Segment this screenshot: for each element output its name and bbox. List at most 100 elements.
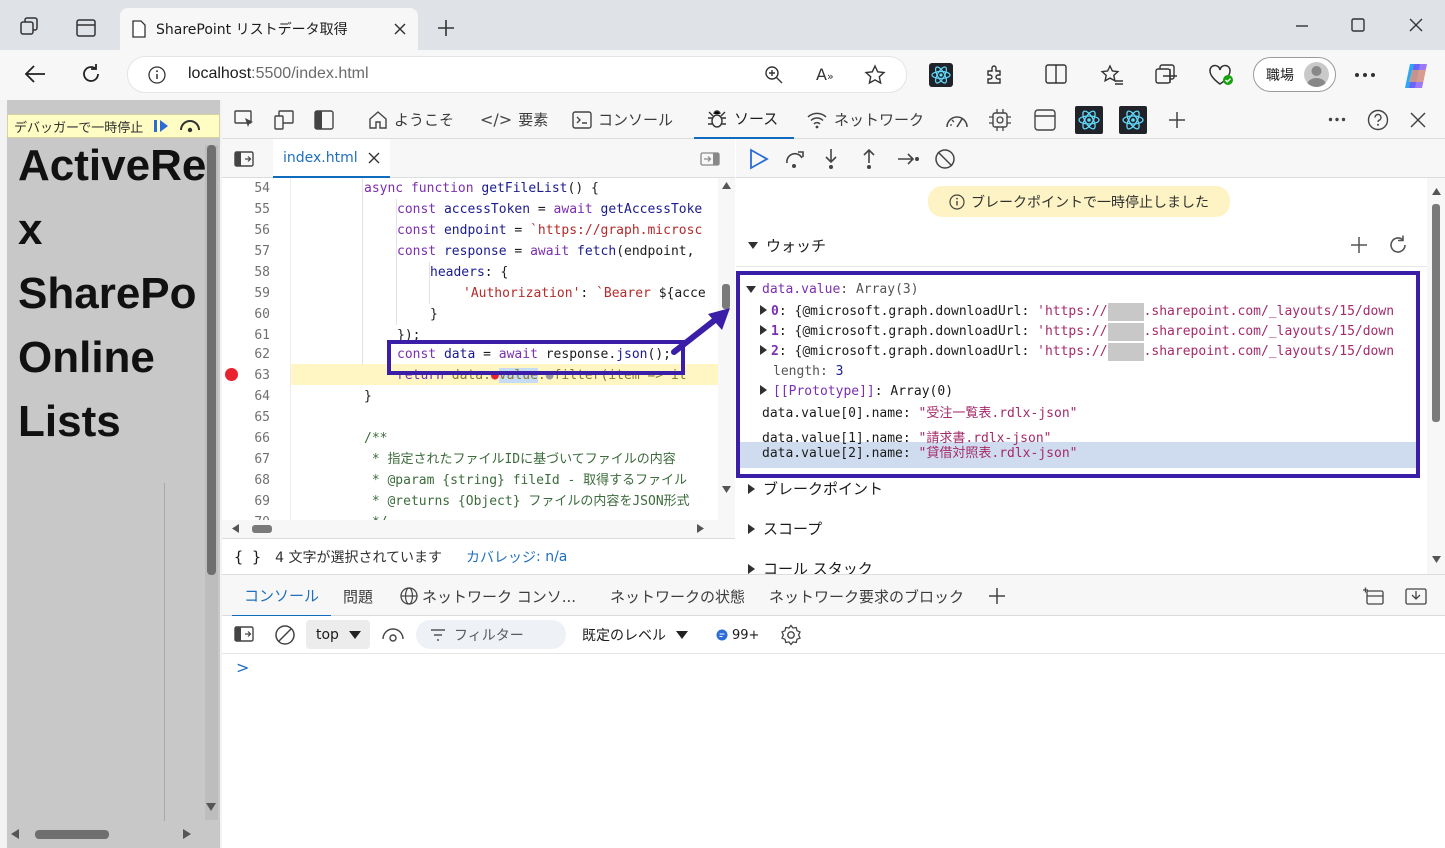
add-tool-icon[interactable] [1167, 110, 1187, 130]
drawer-tab-network-conditions[interactable]: ネットワークの状態 [610, 575, 745, 617]
sidebar-toggle-icon[interactable] [314, 110, 334, 130]
add-watch-icon[interactable] [1349, 235, 1369, 255]
line-code: async function getFileList() { [364, 181, 599, 196]
tab-network[interactable]: ネットワーク [806, 100, 924, 139]
memory-icon[interactable] [988, 108, 1012, 132]
step-over-icon[interactable] [179, 119, 201, 133]
scroll-down-arrow-icon[interactable] [206, 803, 216, 811]
info-icon[interactable] [148, 66, 166, 84]
tab-welcome[interactable]: ようこそ [368, 100, 454, 139]
more-options-icon[interactable] [1354, 72, 1376, 78]
file-tab-index-html[interactable]: index.html [273, 139, 390, 178]
live-expression-eye-icon[interactable] [382, 627, 404, 643]
favorite-star-icon[interactable] [864, 64, 886, 86]
collections-icon[interactable] [1155, 64, 1179, 86]
scope-section-header[interactable]: スコープ [748, 518, 822, 539]
refresh-watch-icon[interactable] [1387, 234, 1409, 256]
scroll-down-arrow-icon[interactable] [722, 486, 731, 493]
step-over-icon[interactable] [784, 148, 806, 170]
resume-icon[interactable] [748, 148, 770, 170]
zoom-icon[interactable] [764, 65, 784, 85]
scroll-up-arrow-icon[interactable] [722, 182, 731, 189]
close-devtools-icon[interactable] [1410, 112, 1426, 128]
browser-tab[interactable]: SharePoint リストデータ取得 [120, 8, 418, 50]
scroll-thumb[interactable] [252, 525, 272, 533]
application-icon[interactable] [1034, 109, 1056, 131]
add-drawer-tab-icon[interactable] [987, 586, 1007, 606]
drawer-tab-issues[interactable]: 問題 [343, 575, 373, 617]
scroll-right-arrow-icon[interactable] [183, 829, 191, 839]
favorites-icon[interactable] [1100, 64, 1124, 86]
scroll-thumb[interactable] [1432, 204, 1440, 422]
paused-on-breakpoint-banner: ブレークポイントで一時停止しました [928, 186, 1230, 217]
scroll-left-arrow-icon[interactable] [11, 829, 19, 839]
performance-icon[interactable] [944, 109, 970, 131]
tab-sources[interactable]: ソース [694, 100, 794, 139]
drawer-tab-console[interactable]: コンソール [232, 575, 332, 617]
new-tab-icon[interactable] [436, 18, 456, 38]
console-sidebar-icon[interactable] [234, 626, 254, 642]
issues-counter[interactable]: 99+ [716, 616, 759, 654]
issues-count: 99+ [732, 627, 760, 643]
scroll-left-arrow-icon[interactable] [232, 524, 239, 533]
maximize-icon[interactable] [1350, 17, 1366, 33]
console-filter-input[interactable]: フィルター [416, 620, 566, 649]
scroll-down-arrow-icon[interactable] [1432, 556, 1441, 563]
debugger-toggle-icon[interactable] [700, 152, 720, 166]
step-into-icon[interactable] [822, 148, 840, 170]
deactivate-breakpoints-icon[interactable] [934, 148, 956, 170]
close-tab-icon[interactable] [394, 23, 406, 35]
minimize-icon[interactable] [1294, 18, 1310, 34]
log-level-selector[interactable]: 既定のレベル [582, 616, 688, 654]
step-out-icon[interactable] [860, 148, 878, 170]
close-file-icon[interactable] [368, 152, 380, 164]
back-icon[interactable] [24, 64, 46, 84]
refresh-icon[interactable] [80, 63, 102, 85]
console-prompt[interactable]: > [236, 658, 249, 677]
tab-console[interactable]: コンソール [572, 100, 673, 139]
help-icon[interactable] [1367, 109, 1389, 131]
coverage-link[interactable]: カバレッジ [466, 547, 536, 567]
workspaces-icon[interactable] [20, 17, 42, 37]
scroll-up-arrow-icon[interactable] [1432, 188, 1441, 195]
clear-console-icon[interactable] [274, 624, 296, 646]
vertical-tabs-icon[interactable] [76, 19, 96, 37]
code-view[interactable]: 54 async function getFileList() { 55 const… [222, 178, 735, 520]
navigator-toggle-icon[interactable] [234, 151, 254, 167]
tab-elements[interactable]: </> 要素 [480, 100, 548, 139]
page-vertical-scrollbar[interactable] [205, 145, 218, 820]
close-drawer-icon[interactable] [1405, 586, 1427, 606]
url-text[interactable]: localhost:5500/index.html [188, 65, 369, 83]
address-bar[interactable]: localhost:5500/index.html A» [127, 56, 907, 93]
dock-drawer-icon[interactable] [1362, 586, 1384, 606]
device-emulation-icon[interactable] [274, 110, 296, 130]
editor-horizontal-scrollbar[interactable] [222, 520, 735, 538]
inspect-element-icon[interactable] [234, 110, 256, 130]
resume-icon[interactable] [153, 119, 169, 133]
breakpoints-section-header[interactable]: ブレークポイント [748, 478, 883, 499]
scroll-thumb[interactable] [207, 145, 216, 575]
react-profiler-icon[interactable] [1119, 106, 1147, 134]
scroll-right-arrow-icon[interactable] [697, 524, 704, 533]
step-icon[interactable] [896, 151, 920, 167]
pretty-print-button[interactable]: { } [234, 548, 261, 566]
drawer-tab-request-blocking[interactable]: ネットワーク要求のブロック [769, 575, 964, 617]
react-devtools-icon[interactable] [929, 63, 953, 87]
split-screen-icon[interactable] [1045, 64, 1067, 84]
context-selector[interactable]: top [306, 620, 370, 649]
console-settings-gear-icon[interactable] [780, 624, 802, 646]
profile-button[interactable]: 職場 [1253, 57, 1336, 92]
browser-essentials-icon[interactable] [1208, 63, 1234, 87]
devtools-more-icon[interactable] [1328, 117, 1346, 122]
extensions-icon[interactable] [984, 64, 1006, 86]
copilot-icon[interactable] [1402, 62, 1432, 90]
drawer-tab-network-console[interactable]: ネットワーク コンソ... [399, 575, 576, 617]
watch-section-header[interactable]: ウォッチ [748, 235, 826, 256]
scroll-thumb[interactable] [35, 830, 109, 839]
page-horizontal-scrollbar[interactable] [7, 822, 205, 848]
page-icon [132, 20, 146, 38]
read-aloud-icon[interactable]: A» [816, 65, 834, 84]
react-components-icon[interactable] [1075, 106, 1103, 134]
debugger-vertical-scrollbar[interactable] [1427, 178, 1445, 574]
close-window-icon[interactable] [1408, 17, 1424, 33]
